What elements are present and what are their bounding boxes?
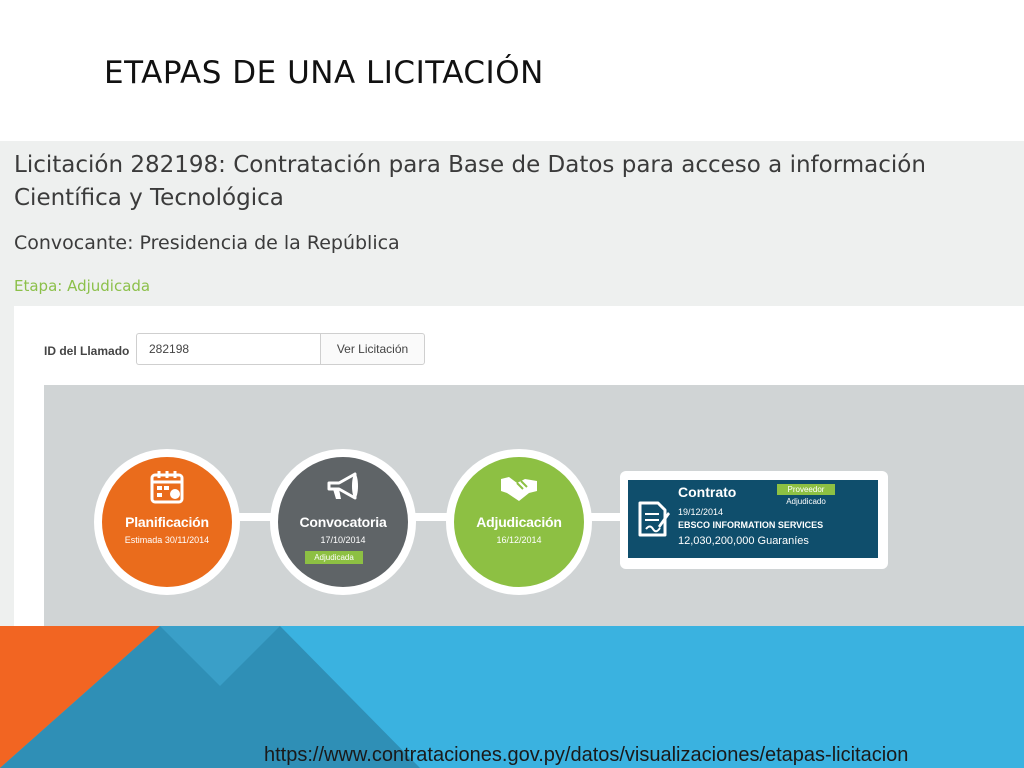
- document-sign-icon: [638, 501, 670, 537]
- source-url[interactable]: https://www.contrataciones.gov.py/datos/…: [264, 744, 908, 767]
- stage-name: Convocatoria: [299, 514, 387, 530]
- id-llamado-input[interactable]: [136, 333, 320, 365]
- footer-band: https://www.contrataciones.gov.py/datos/…: [0, 626, 1024, 768]
- id-llamado-label: ID del Llamado: [44, 344, 130, 358]
- contract-body: Contrato Proveedor Adjudicado 19/12/2014…: [628, 480, 878, 558]
- etapa-text: Etapa: Adjudicada: [14, 277, 151, 295]
- supplier-badge-sub: Adjudicado: [786, 497, 826, 506]
- stage-timeline: Planificación Estimada 30/11/2014 Convoc…: [44, 385, 1024, 631]
- ver-licitacion-button[interactable]: Ver Licitación: [320, 333, 425, 365]
- slide-title: ETAPAS DE UNA LICITACIÓN: [104, 55, 544, 91]
- stage-date: Estimada 30/11/2014: [124, 535, 210, 545]
- stage-name: Adjudicación: [476, 514, 562, 530]
- megaphone-icon: [327, 472, 358, 500]
- handshake-icon: [501, 477, 537, 501]
- contract-date: 19/12/2014: [678, 507, 724, 517]
- supplier-badge: Proveedor: [777, 484, 835, 495]
- contract-card[interactable]: Contrato Proveedor Adjudicado 19/12/2014…: [620, 471, 888, 569]
- status-badge: Adjudicada: [305, 551, 363, 564]
- stage-date: 16/12/2014: [496, 535, 542, 545]
- stage-date: 17/10/2014: [320, 535, 366, 545]
- stage-convocatoria[interactable]: Convocatoria 17/10/2014 Adjudicada: [270, 449, 416, 595]
- stage-name: Planificación: [125, 514, 209, 530]
- calendar-icon: [150, 471, 184, 504]
- screenshot-region: Licitación 282198: Contratación para Bas…: [0, 141, 1024, 631]
- contract-name: Contrato: [678, 484, 737, 500]
- licitacion-title: Licitación 282198: Contratación para Bas…: [14, 152, 926, 211]
- contract-amount: 12,030,200,000 Guaraníes: [678, 535, 809, 547]
- convocante-text: Convocante: Presidencia de la República: [14, 232, 400, 254]
- contract-supplier: EBSCO INFORMATION SERVICES: [678, 520, 824, 530]
- stage-adjudicacion[interactable]: Adjudicación 16/12/2014: [446, 449, 592, 595]
- stages-panel: ID del Llamado Ver Licitación Planificac…: [14, 306, 1024, 631]
- stage-planificacion[interactable]: Planificación Estimada 30/11/2014: [94, 449, 240, 595]
